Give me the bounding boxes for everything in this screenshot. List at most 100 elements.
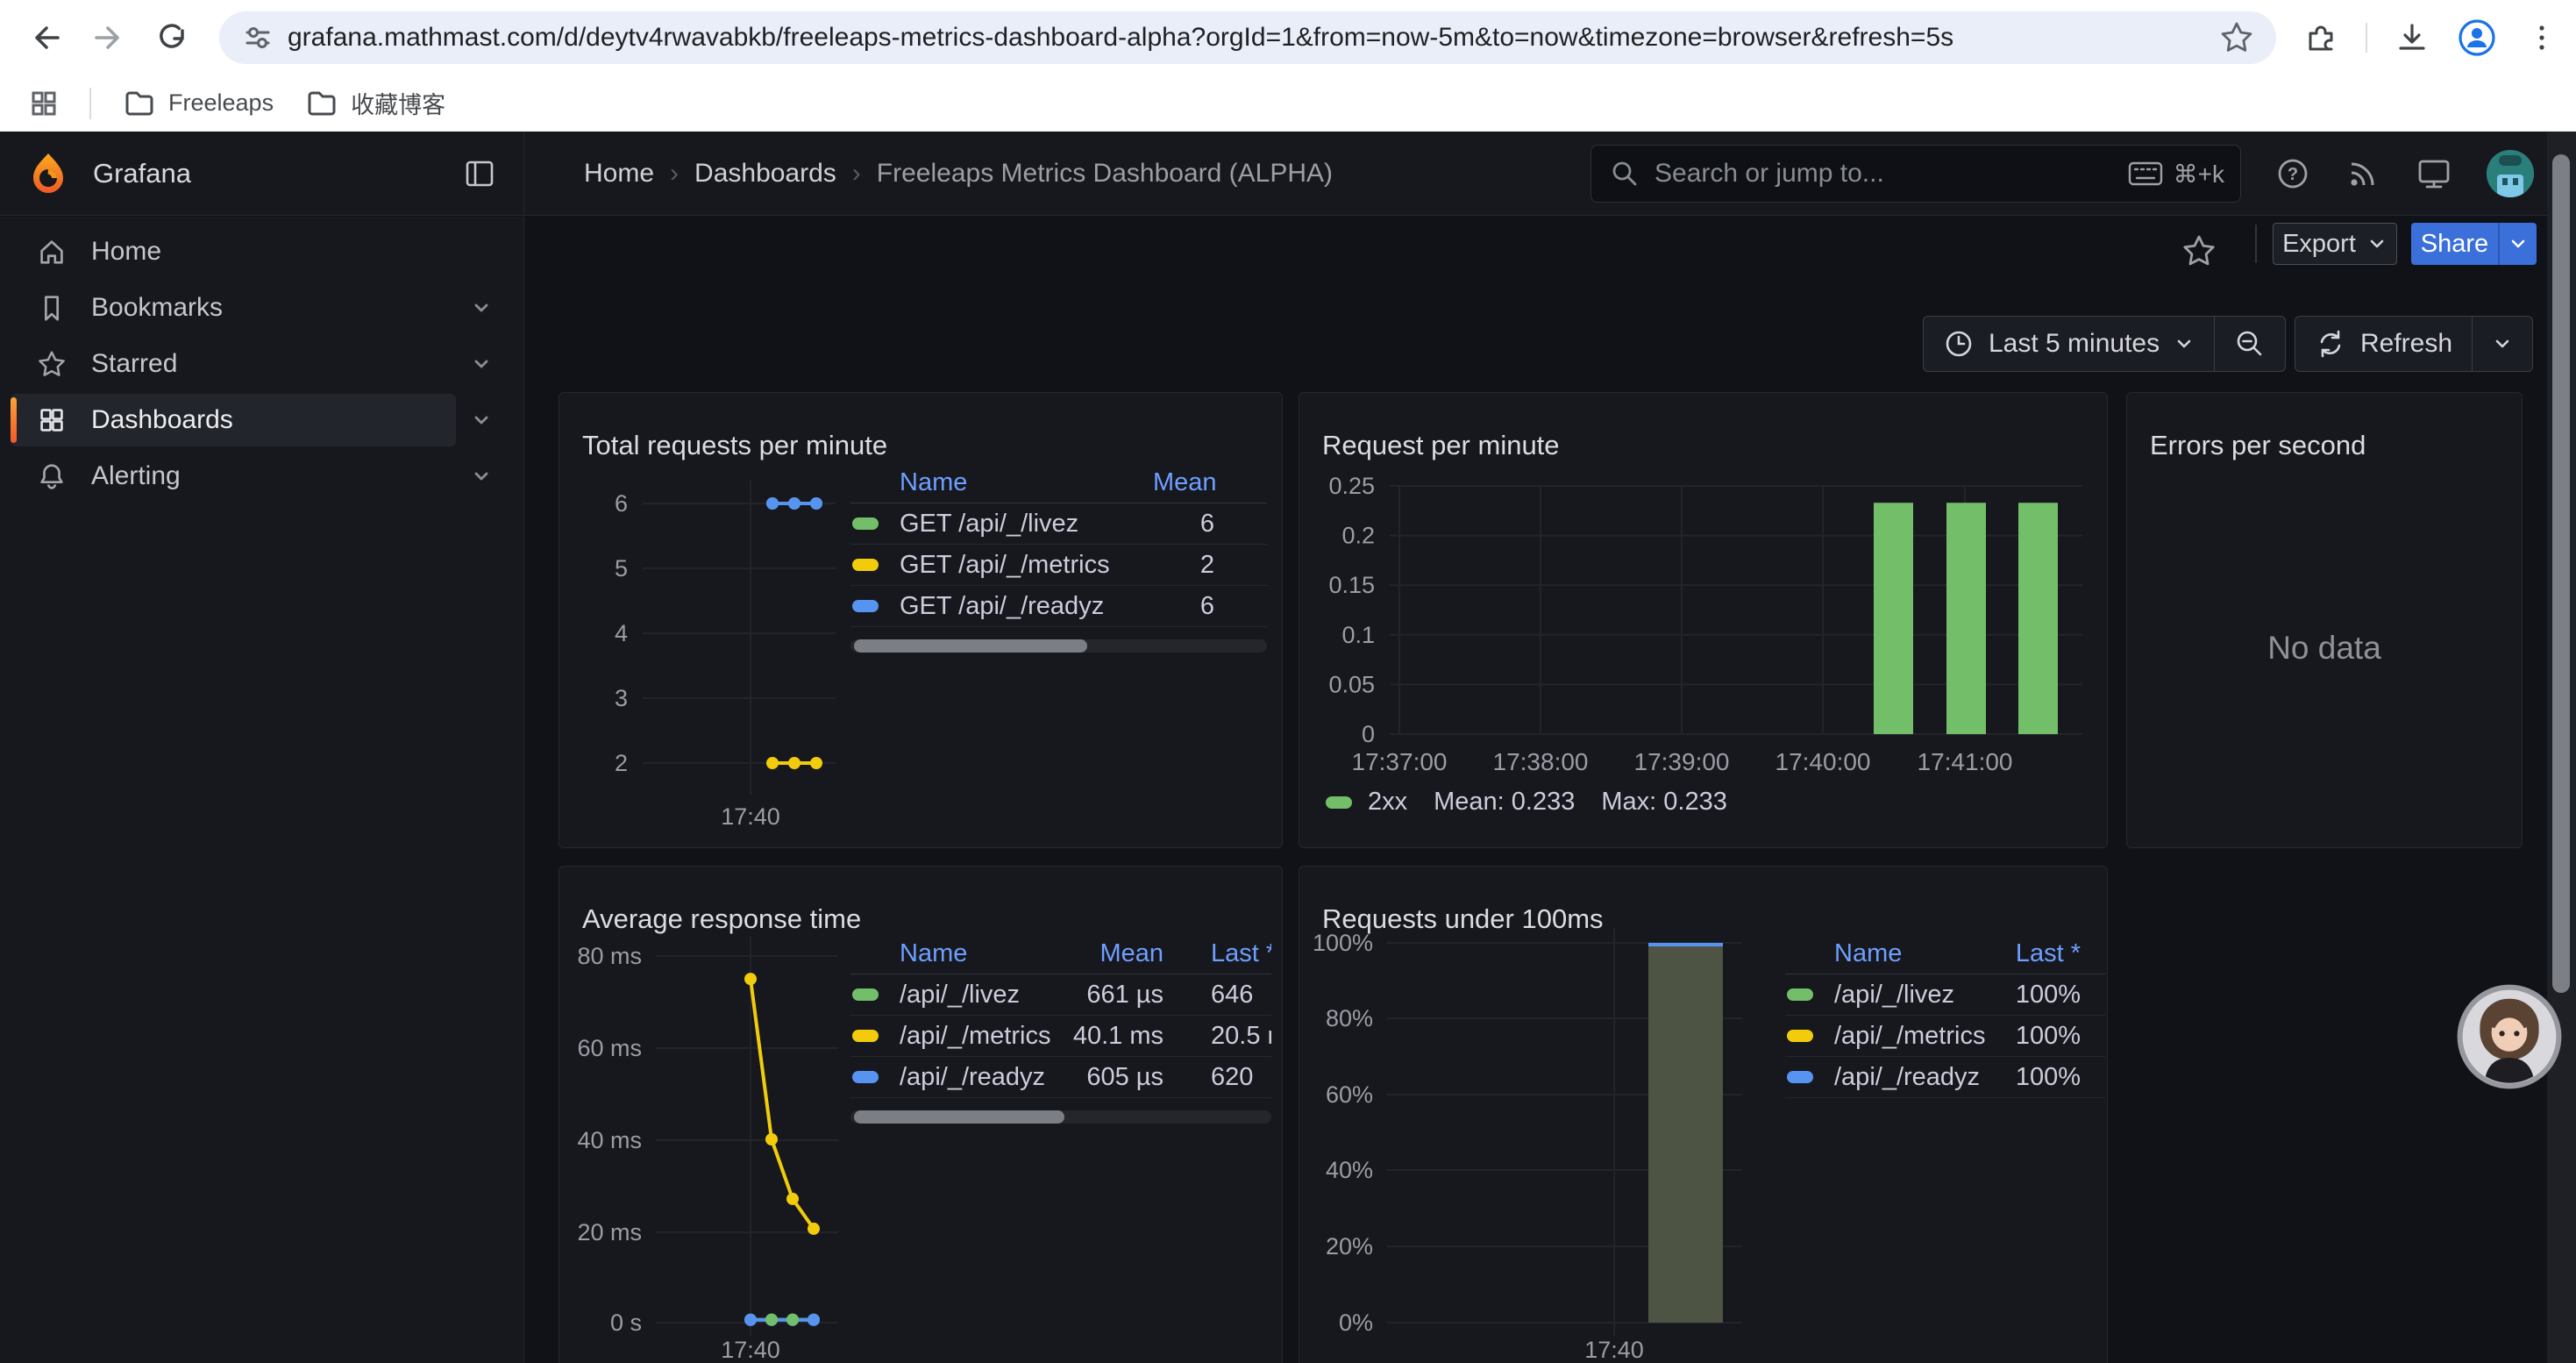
sidebar-item-starred[interactable]: Starred bbox=[0, 336, 523, 392]
breadcrumb-dashboards[interactable]: Dashboards bbox=[694, 159, 836, 189]
browser-window: grafana.mathmast.com/d/deytv4rwavabkb/fr… bbox=[0, 0, 2576, 1363]
legend-value: 40.1 ms bbox=[1043, 1022, 1163, 1051]
legend-value: 6 bbox=[1153, 510, 1267, 539]
svg-text:17:39:00: 17:39:00 bbox=[1634, 748, 1730, 775]
legend-row: /api/_/metrics100% bbox=[1785, 1016, 2105, 1057]
legend-series-name[interactable]: GET /api/_/metrics bbox=[850, 551, 1153, 580]
legend-series-name[interactable]: GET /api/_/livez bbox=[850, 510, 1153, 539]
grafana-header-right: Search or jump to... ⌘+k ? bbox=[1590, 132, 2534, 216]
display-button[interactable] bbox=[2415, 154, 2453, 193]
bookmark-star-icon[interactable] bbox=[2218, 19, 2255, 56]
sidebar-item-alerting[interactable]: Alerting bbox=[0, 448, 523, 504]
svg-text:20 ms: 20 ms bbox=[577, 1219, 642, 1245]
clock-icon bbox=[1943, 328, 1975, 360]
export-button[interactable]: Export bbox=[2273, 223, 2397, 265]
profile-icon[interactable] bbox=[2457, 18, 2497, 58]
news-button[interactable] bbox=[2345, 155, 2381, 192]
legend-value: 2 bbox=[1153, 551, 1267, 580]
panel-title[interactable]: Errors per second bbox=[2150, 430, 2366, 461]
legend-series-name[interactable]: /api/_/readyz bbox=[1785, 1063, 2000, 1092]
menu-kebab-icon[interactable] bbox=[2523, 19, 2560, 56]
legend-header: NameLast * bbox=[1785, 933, 2105, 974]
legend-series-name[interactable]: /api/_/livez bbox=[850, 981, 1043, 1010]
legend-series-name[interactable]: GET /api/_/readyz bbox=[850, 592, 1153, 621]
chevron-down-icon bbox=[2492, 333, 2513, 354]
site-settings-icon[interactable] bbox=[240, 20, 275, 55]
assistant-avatar[interactable] bbox=[2457, 984, 2562, 1089]
url-bar[interactable]: grafana.mathmast.com/d/deytv4rwavabkb/fr… bbox=[219, 11, 2276, 64]
no-data-message: No data bbox=[2127, 630, 2522, 667]
search-shortcut: ⌘+k bbox=[2128, 160, 2224, 189]
svg-text:100%: 100% bbox=[1313, 930, 1373, 956]
panel-requests-under-100ms: Requests under 100ms 100%80%60%40%20%0%1… bbox=[1299, 866, 2108, 1363]
sidebar-item-bookmarks[interactable]: Bookmarks bbox=[0, 280, 523, 336]
grafana-header-left: Grafana bbox=[0, 132, 524, 215]
refresh-icon bbox=[2315, 328, 2346, 360]
svg-text:17:37:00: 17:37:00 bbox=[1352, 748, 1448, 775]
svg-text:6: 6 bbox=[615, 490, 628, 517]
scrollbar-thumb[interactable] bbox=[2552, 154, 2570, 993]
breadcrumb: Home › Dashboards › Freeleaps Metrics Da… bbox=[584, 132, 1333, 216]
bookmark-folder-blogs[interactable]: 收藏博客 bbox=[305, 86, 445, 120]
svg-text:60%: 60% bbox=[1326, 1081, 1373, 1108]
svg-text:40 ms: 40 ms bbox=[577, 1127, 642, 1153]
search-input[interactable]: Search or jump to... ⌘+k bbox=[1590, 145, 2241, 203]
series-color-pill bbox=[852, 517, 879, 530]
share-menu-button[interactable] bbox=[2498, 223, 2537, 265]
user-avatar-image bbox=[2487, 150, 2534, 197]
dock-sidebar-icon[interactable] bbox=[460, 154, 499, 193]
folder-icon bbox=[305, 87, 338, 120]
refresh-interval-button[interactable] bbox=[2472, 317, 2532, 371]
refresh-button[interactable]: Refresh bbox=[2295, 317, 2472, 371]
grafana-logo[interactable] bbox=[26, 152, 70, 196]
chevron-down-icon[interactable] bbox=[469, 464, 494, 489]
legend-column[interactable]: Mean bbox=[1153, 468, 1267, 497]
time-range-button[interactable]: Last 5 minutes bbox=[1924, 317, 2214, 371]
help-button[interactable]: ? bbox=[2274, 155, 2311, 192]
breadcrumb-home[interactable]: Home bbox=[584, 159, 654, 189]
zoom-out-button[interactable] bbox=[2214, 317, 2285, 371]
user-avatar[interactable] bbox=[2487, 150, 2534, 197]
extensions-icon[interactable] bbox=[2302, 19, 2339, 56]
browser-toolbar: grafana.mathmast.com/d/deytv4rwavabkb/fr… bbox=[0, 0, 2576, 75]
chevron-down-icon[interactable] bbox=[469, 352, 494, 376]
svg-text:80 ms: 80 ms bbox=[577, 943, 642, 969]
legend-row: /api/_/livez100% bbox=[1785, 974, 2105, 1016]
page-scrollbar[interactable] bbox=[2547, 132, 2576, 1363]
legend-mean: Mean: 0.233 bbox=[1434, 788, 1575, 817]
svg-text:17:40: 17:40 bbox=[721, 803, 780, 830]
legend-series-name[interactable]: /api/_/metrics bbox=[1785, 1022, 2000, 1051]
legend-table: NameMeanLast */api/_/livez661 µs646/api/… bbox=[850, 933, 1271, 1124]
series-color-pill bbox=[852, 559, 879, 571]
back-button[interactable] bbox=[25, 17, 67, 59]
sidebar-item-dashboards[interactable]: Dashboards bbox=[0, 392, 523, 448]
share-button[interactable]: Share bbox=[2411, 223, 2498, 265]
breadcrumb-separator: › bbox=[852, 159, 861, 189]
download-icon[interactable] bbox=[2394, 19, 2430, 56]
bookmarks-bar: Freeleaps 收藏博客 bbox=[0, 75, 2576, 132]
bookmark-folder-freeleaps[interactable]: Freeleaps bbox=[123, 87, 274, 120]
sidebar-item-home[interactable]: Home bbox=[0, 224, 523, 280]
home-icon bbox=[35, 235, 68, 268]
dashboards-icon bbox=[35, 403, 68, 437]
legend-table: NameMeanGET /api/_/livez6GET /api/_/metr… bbox=[850, 462, 1267, 653]
legend-series-name[interactable]: /api/_/metrics bbox=[850, 1022, 1043, 1051]
favorite-dashboard-button[interactable] bbox=[2180, 232, 2218, 270]
legend-column[interactable]: Last * bbox=[2000, 939, 2105, 968]
chevron-down-icon bbox=[2174, 333, 2195, 354]
reload-icon bbox=[153, 18, 191, 57]
legend-column[interactable]: Mean bbox=[1043, 939, 1163, 968]
apps-grid-icon[interactable] bbox=[26, 86, 61, 121]
legend-series-name[interactable]: 2xx bbox=[1368, 788, 1407, 817]
grafana-brand: Grafana bbox=[93, 158, 191, 189]
forward-button[interactable] bbox=[88, 17, 130, 59]
legend-series-name[interactable]: /api/_/readyz bbox=[850, 1063, 1043, 1092]
chevron-down-icon[interactable] bbox=[469, 408, 494, 432]
svg-text:0.15: 0.15 bbox=[1328, 572, 1375, 598]
reload-button[interactable] bbox=[151, 17, 193, 59]
legend-series-name[interactable]: /api/_/livez bbox=[1785, 981, 2000, 1010]
legend-scrollbar[interactable] bbox=[850, 1110, 1271, 1124]
legend-scrollbar[interactable] bbox=[850, 639, 1267, 653]
chevron-down-icon[interactable] bbox=[469, 296, 494, 320]
legend-column[interactable]: Last * bbox=[1211, 939, 1271, 968]
